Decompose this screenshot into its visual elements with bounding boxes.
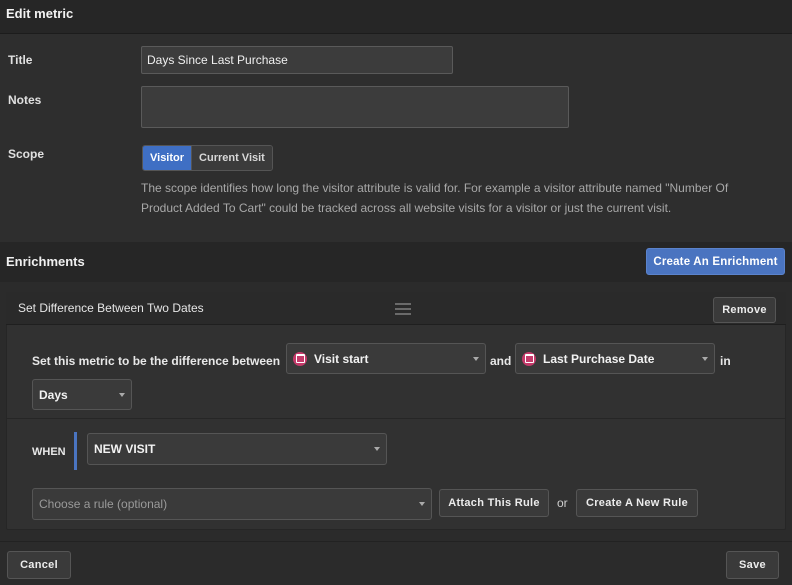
when-value: NEW VISIT <box>94 442 156 456</box>
caret-down-icon <box>473 356 479 361</box>
dialog-header <box>0 0 792 34</box>
title-label: Title <box>8 53 33 67</box>
create-new-rule-button[interactable]: Create A New Rule <box>576 489 698 517</box>
second-date-select[interactable]: Last Purchase Date <box>515 343 715 374</box>
caret-down-icon <box>419 502 425 506</box>
notes-textarea[interactable] <box>141 86 569 128</box>
caret-down-icon <box>702 356 708 361</box>
scope-toggle: Visitor Current Visit <box>142 145 273 171</box>
in-text: in <box>720 354 731 368</box>
drag-handle-icon[interactable] <box>395 303 411 315</box>
unit-value: Days <box>39 387 68 402</box>
when-select[interactable]: NEW VISIT <box>87 433 387 465</box>
scope-help-text: The scope identifies how long the visito… <box>141 181 729 215</box>
save-button[interactable]: Save <box>726 551 779 579</box>
and-text: and <box>490 354 512 368</box>
difference-sentence: Set this metric to be the difference bet… <box>32 354 281 368</box>
caret-down-icon <box>374 447 380 451</box>
enrichments-title: Enrichments <box>6 254 85 269</box>
title-input[interactable] <box>141 46 453 74</box>
scope-label: Scope <box>8 147 45 161</box>
notes-label: Notes <box>8 93 42 107</box>
cancel-button[interactable]: Cancel <box>7 551 71 579</box>
calendar-icon <box>293 351 307 366</box>
create-enrichment-button[interactable]: Create An Enrichment <box>646 248 785 275</box>
dialog-title: Edit metric <box>6 6 74 21</box>
caret-down-icon <box>119 392 125 397</box>
when-label: WHEN <box>32 446 66 458</box>
calendar-icon <box>522 351 536 366</box>
dialog-footer <box>0 541 792 585</box>
unit-select[interactable]: Days <box>32 379 132 410</box>
rule-select[interactable]: Choose a rule (optional) <box>32 488 432 520</box>
enrichment-card-title: Set Difference Between Two Dates <box>18 301 204 315</box>
card-divider <box>6 418 786 419</box>
second-date-value: Last Purchase Date <box>543 351 655 366</box>
or-text: or <box>557 496 568 510</box>
rule-placeholder: Choose a rule (optional) <box>39 497 168 511</box>
scope-current-visit-button[interactable]: Current Visit <box>191 146 272 170</box>
when-accent-bar <box>74 432 77 470</box>
first-date-select[interactable]: Visit start <box>286 343 486 374</box>
scope-visitor-button[interactable]: Visitor <box>143 146 192 170</box>
remove-enrichment-button[interactable]: Remove <box>713 297 776 323</box>
attach-rule-button[interactable]: Attach This Rule <box>439 489 549 517</box>
first-date-value: Visit start <box>314 351 369 366</box>
